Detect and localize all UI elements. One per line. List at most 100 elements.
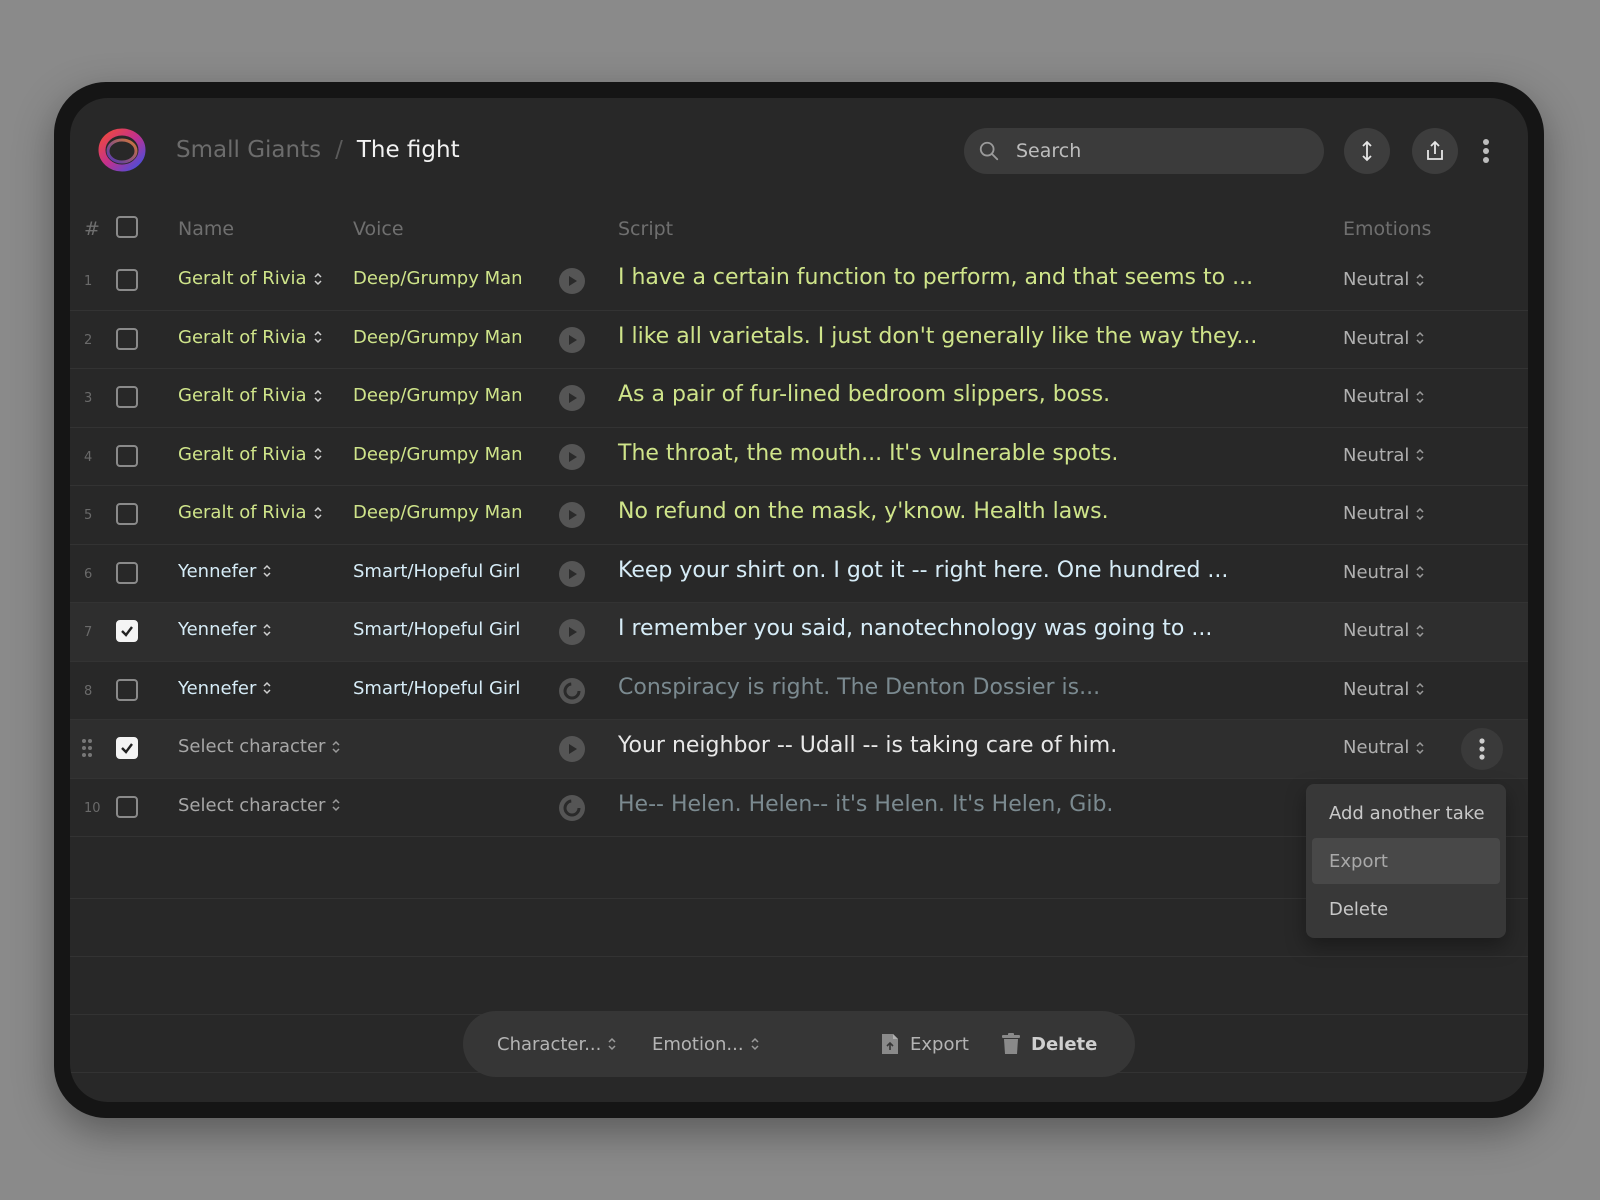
chevron-updown-icon xyxy=(263,681,271,695)
character-select[interactable]: Geralt of Rivia xyxy=(178,385,323,406)
row-checkbox[interactable] xyxy=(116,327,138,350)
row-checkbox[interactable] xyxy=(116,503,138,525)
row-checkbox[interactable] xyxy=(116,620,138,642)
character-select[interactable]: Yennefer xyxy=(178,619,272,640)
delete-button[interactable]: Delete xyxy=(1001,1011,1097,1077)
emotion-select[interactable]: Neutral xyxy=(1343,386,1425,407)
voice-label[interactable]: Smart/Hopeful Girl xyxy=(353,619,520,640)
row-checkbox[interactable] xyxy=(116,269,138,291)
script-text[interactable]: I remember you said, nanotechnology was … xyxy=(618,616,1212,641)
voice-label[interactable]: Deep/Grumpy Man xyxy=(353,444,523,465)
search-box[interactable] xyxy=(964,128,1324,174)
voice-label[interactable]: Deep/Grumpy Man xyxy=(353,502,523,523)
play-icon[interactable] xyxy=(559,619,585,645)
character-select[interactable]: Select character xyxy=(178,795,341,816)
character-select[interactable]: Select character xyxy=(178,736,341,757)
table-row[interactable]: Select character Your neighbor -- Udall … xyxy=(70,720,1528,779)
table-row[interactable]: 1 Geralt of Rivia Deep/Grumpy Man I have… xyxy=(70,252,1528,311)
character-name: Select character xyxy=(178,794,326,816)
character-name: Yennefer xyxy=(178,619,257,640)
sort-arrows-icon xyxy=(1362,140,1372,162)
row-checkbox[interactable] xyxy=(116,561,138,584)
row-checkbox[interactable] xyxy=(116,795,138,818)
chevron-updown-icon xyxy=(313,330,322,344)
script-text[interactable]: No refund on the mask, y'know. Health la… xyxy=(618,499,1109,524)
emotion-select[interactable]: Neutral xyxy=(1343,445,1425,466)
more-vertical-icon xyxy=(1479,738,1485,760)
row-checkbox[interactable] xyxy=(116,444,138,467)
script-text[interactable]: The throat, the mouth... It's vulnerable… xyxy=(618,441,1118,466)
table-row[interactable]: 7 Yennefer Smart/Hopeful Girl I remember… xyxy=(70,603,1528,662)
character-select[interactable]: Geralt of Rivia xyxy=(178,444,323,465)
script-text[interactable]: I have a certain function to perform, an… xyxy=(618,265,1253,290)
column-header-emotions[interactable]: Emotions xyxy=(1343,218,1431,240)
chevron-updown-icon xyxy=(332,798,340,812)
play-icon[interactable] xyxy=(559,502,585,528)
sort-button[interactable] xyxy=(1344,128,1390,174)
voice-label[interactable]: Deep/Grumpy Man xyxy=(353,268,523,289)
voice-label[interactable]: Deep/Grumpy Man xyxy=(353,327,523,348)
search-input[interactable] xyxy=(1016,140,1296,162)
column-header-script[interactable]: Script xyxy=(618,218,673,240)
row-checkbox[interactable] xyxy=(116,737,138,759)
character-bulk-select[interactable]: Character... xyxy=(497,1011,617,1077)
character-select[interactable]: Geralt of Rivia xyxy=(178,268,323,289)
emotion-select[interactable]: Neutral xyxy=(1343,269,1425,290)
table-row[interactable]: 3 Geralt of Rivia Deep/Grumpy Man As a p… xyxy=(70,369,1528,428)
column-header-voice[interactable]: Voice xyxy=(353,218,404,240)
column-header-name[interactable]: Name xyxy=(178,218,234,240)
play-icon[interactable] xyxy=(559,736,585,762)
select-all-checkbox[interactable] xyxy=(116,216,138,238)
script-text[interactable]: Conspiracy is right. The Denton Dossier … xyxy=(618,675,1100,700)
emotion-select[interactable]: Neutral xyxy=(1343,737,1425,758)
menu-item-delete[interactable]: Delete xyxy=(1312,886,1500,932)
export-button[interactable]: Export xyxy=(880,1011,969,1077)
emotion-select[interactable]: Neutral xyxy=(1343,328,1425,349)
play-icon[interactable] xyxy=(559,443,585,470)
row-number: 5 xyxy=(84,508,93,523)
script-text[interactable]: Keep your shirt on. I got it -- right he… xyxy=(618,558,1228,583)
table-row[interactable]: 8 Yennefer Smart/Hopeful Girl Conspiracy… xyxy=(70,662,1528,720)
character-name: Geralt of Rivia xyxy=(178,385,307,406)
character-select[interactable]: Yennefer xyxy=(178,678,272,699)
character-select[interactable]: Geralt of Rivia xyxy=(178,502,323,523)
character-name: Yennefer xyxy=(178,560,257,582)
table-row[interactable]: 4 Geralt of Rivia Deep/Grumpy Man The th… xyxy=(70,428,1528,486)
row-more-button[interactable] xyxy=(1461,728,1503,770)
emotion-select[interactable]: Neutral xyxy=(1343,620,1425,641)
more-options-button[interactable] xyxy=(1474,134,1498,168)
emotion-select[interactable]: Neutral xyxy=(1343,562,1425,583)
script-text[interactable]: Your neighbor -- Udall -- is taking care… xyxy=(618,733,1117,758)
table-row[interactable]: 2 Geralt of Rivia Deep/Grumpy Man I like… xyxy=(70,311,1528,369)
character-select[interactable]: Geralt of Rivia xyxy=(178,327,323,348)
row-number: 3 xyxy=(84,391,93,406)
row-checkbox[interactable] xyxy=(116,678,138,701)
script-text[interactable]: I like all varietals. I just don't gener… xyxy=(618,324,1257,349)
emotion-select[interactable]: Neutral xyxy=(1343,679,1425,700)
script-text[interactable]: As a pair of fur-lined bedroom slippers,… xyxy=(618,382,1110,407)
menu-item-add-take[interactable]: Add another take xyxy=(1312,790,1500,836)
table-row[interactable]: 5 Geralt of Rivia Deep/Grumpy Man No ref… xyxy=(70,486,1528,545)
drag-handle-icon[interactable] xyxy=(81,738,93,758)
emotion-bulk-select[interactable]: Emotion... xyxy=(652,1011,760,1077)
breadcrumb-project[interactable]: Small Giants xyxy=(176,137,321,163)
script-text[interactable]: He-- Helen. Helen-- it's Helen. It's Hel… xyxy=(618,792,1113,817)
row-number: 4 xyxy=(84,449,93,465)
character-name: Yennefer xyxy=(178,677,257,699)
voice-label[interactable]: Smart/Hopeful Girl xyxy=(353,561,520,582)
emotion-select[interactable]: Neutral xyxy=(1343,503,1425,524)
table-row[interactable]: 6 Yennefer Smart/Hopeful Girl Keep your … xyxy=(70,545,1528,603)
voice-label[interactable]: Smart/Hopeful Girl xyxy=(353,678,520,699)
row-checkbox[interactable] xyxy=(116,386,138,408)
menu-item-export[interactable]: Export xyxy=(1312,838,1500,884)
chevron-updown-icon xyxy=(313,272,322,285)
character-select[interactable]: Yennefer xyxy=(178,561,272,582)
share-button[interactable] xyxy=(1412,128,1458,174)
play-icon[interactable] xyxy=(559,326,585,353)
play-icon[interactable] xyxy=(559,560,585,587)
voice-label[interactable]: Deep/Grumpy Man xyxy=(353,385,523,406)
play-icon[interactable] xyxy=(559,268,585,294)
emotion-bulk-label: Emotion... xyxy=(652,1033,744,1055)
play-icon[interactable] xyxy=(559,385,585,411)
emotion-label: Neutral xyxy=(1343,678,1410,700)
